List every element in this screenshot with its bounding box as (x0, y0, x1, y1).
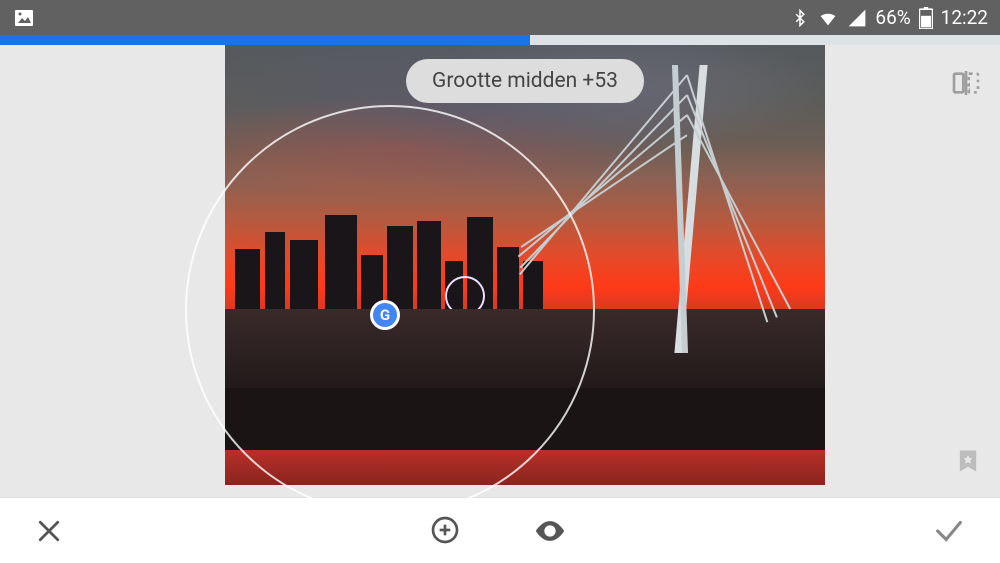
android-statusbar: 66% 12:22 (0, 0, 1000, 35)
adjustment-progress-fill (0, 35, 530, 45)
adjustment-tooltip-text: Grootte midden +53 (432, 69, 618, 93)
pictures-icon (12, 6, 36, 30)
editor-canvas[interactable]: G Grootte midden +53 (0, 45, 1000, 497)
cell-signal-icon (847, 8, 867, 28)
adjustment-progress[interactable] (0, 35, 1000, 45)
compare-button[interactable] (950, 67, 982, 103)
vignette-center-handle[interactable]: G (370, 300, 400, 330)
confirm-button[interactable] (926, 508, 972, 554)
bluetooth-icon (791, 9, 809, 27)
vignette-center-label: G (380, 306, 390, 324)
clock: 12:22 (941, 6, 988, 29)
cancel-button[interactable] (28, 510, 70, 552)
photo-container[interactable]: G Grootte midden +53 (225, 45, 825, 485)
battery-icon (919, 7, 933, 29)
add-button[interactable] (423, 508, 467, 554)
bookmark-icon[interactable] (954, 447, 982, 479)
battery-percent: 66% (875, 6, 910, 29)
adjustment-tooltip: Grootte midden +53 (406, 59, 644, 103)
preview-button[interactable] (527, 508, 573, 554)
wifi-icon (817, 7, 839, 29)
bottom-toolbar (0, 497, 1000, 563)
